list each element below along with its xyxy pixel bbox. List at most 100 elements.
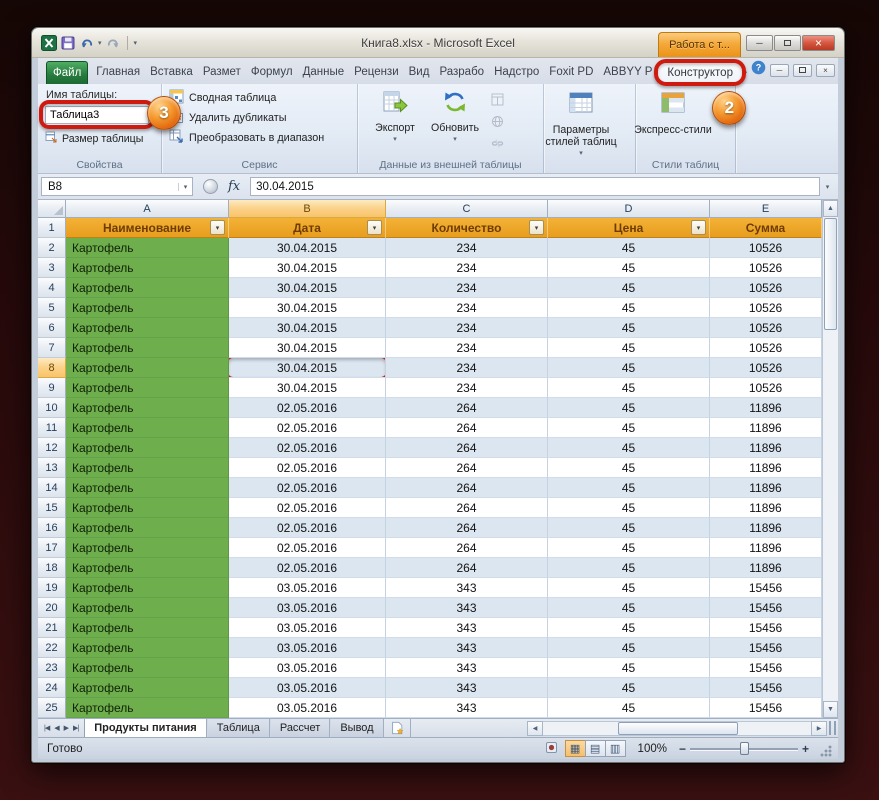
cell-B11[interactable]: 02.05.2016 [229, 418, 386, 438]
cell-C10[interactable]: 264 [386, 398, 548, 418]
cell-E22[interactable]: 15456 [710, 638, 822, 658]
cell-D14[interactable]: 45 [548, 478, 710, 498]
cell-A2[interactable]: Картофель [66, 238, 229, 258]
name-box-dropdown-icon[interactable]: ▾ [178, 183, 192, 191]
open-in-browser-icon[interactable] [491, 115, 504, 133]
row-header-22[interactable]: 22 [38, 638, 66, 658]
filter-dropdown-icon[interactable]: ▾ [210, 220, 225, 235]
cell-D18[interactable]: 45 [548, 558, 710, 578]
cell-A19[interactable]: Картофель [66, 578, 229, 598]
cell-B15[interactable]: 02.05.2016 [229, 498, 386, 518]
row-header-12[interactable]: 12 [38, 438, 66, 458]
workbook-restore-icon[interactable] [793, 64, 812, 77]
resize-table-button[interactable]: Размер таблицы [45, 131, 154, 147]
cell-C4[interactable]: 234 [386, 278, 548, 298]
sheet-tab-0[interactable]: Продукты питания [84, 719, 207, 737]
column-header-a[interactable]: A [66, 200, 229, 218]
select-all-corner[interactable] [38, 200, 66, 218]
cell-E13[interactable]: 11896 [710, 458, 822, 478]
cell-A3[interactable]: Картофель [66, 258, 229, 278]
cell-E16[interactable]: 11896 [710, 518, 822, 538]
cell-C25[interactable]: 343 [386, 698, 548, 718]
header-cell-sum[interactable]: Сумма [710, 218, 822, 238]
zoom-slider[interactable] [690, 740, 798, 757]
cell-B19[interactable]: 03.05.2016 [229, 578, 386, 598]
cell-D23[interactable]: 45 [548, 658, 710, 678]
cell-A22[interactable]: Картофель [66, 638, 229, 658]
ribbon-tab-0[interactable]: Главная [91, 61, 145, 84]
save-icon[interactable] [60, 35, 76, 51]
column-header-d[interactable]: D [548, 200, 710, 218]
insert-sheet-button[interactable] [384, 719, 411, 737]
close-button[interactable]: × [802, 35, 835, 51]
cell-D6[interactable]: 45 [548, 318, 710, 338]
cell-D19[interactable]: 45 [548, 578, 710, 598]
cell-B16[interactable]: 02.05.2016 [229, 518, 386, 538]
filter-dropdown-icon[interactable]: ▾ [691, 220, 706, 235]
cell-E15[interactable]: 11896 [710, 498, 822, 518]
collapse-ribbon-icon[interactable]: ▴ [743, 66, 747, 75]
quick-styles-button[interactable]: Экспресс-стили [643, 88, 703, 136]
cell-B10[interactable]: 02.05.2016 [229, 398, 386, 418]
undo-dropdown-icon[interactable]: ▾ [98, 39, 102, 47]
ribbon-tab-4[interactable]: Данные [298, 61, 350, 84]
cell-E12[interactable]: 11896 [710, 438, 822, 458]
cell-E20[interactable]: 15456 [710, 598, 822, 618]
help-icon[interactable]: ? [751, 60, 766, 80]
ribbon-tab-2[interactable]: Размет [198, 61, 246, 84]
cell-A10[interactable]: Картофель [66, 398, 229, 418]
cell-B12[interactable]: 02.05.2016 [229, 438, 386, 458]
cell-A14[interactable]: Картофель [66, 478, 229, 498]
unlink-icon[interactable] [491, 137, 504, 155]
scroll-left-icon[interactable]: ◀ [527, 721, 543, 736]
header-cell-date[interactable]: Дата ▾ [229, 218, 386, 238]
row-header-13[interactable]: 13 [38, 458, 66, 478]
column-header-b[interactable]: B [229, 200, 386, 218]
cell-A18[interactable]: Картофель [66, 558, 229, 578]
column-header-e[interactable]: E [710, 200, 822, 218]
refresh-button[interactable]: Обновить ▾ [425, 88, 485, 155]
cell-C2[interactable]: 234 [386, 238, 548, 258]
cell-E4[interactable]: 10526 [710, 278, 822, 298]
cell-D11[interactable]: 45 [548, 418, 710, 438]
cell-D25[interactable]: 45 [548, 698, 710, 718]
cell-A16[interactable]: Картофель [66, 518, 229, 538]
tab-konstruktor[interactable]: Конструктор 2 [657, 61, 743, 84]
horizontal-scroll-thumb[interactable] [618, 722, 738, 735]
cell-D7[interactable]: 45 [548, 338, 710, 358]
restore-button[interactable] [774, 35, 801, 51]
cell-E11[interactable]: 11896 [710, 418, 822, 438]
cell-A20[interactable]: Картофель [66, 598, 229, 618]
data-range-properties-icon[interactable] [491, 93, 504, 111]
row-header-23[interactable]: 23 [38, 658, 66, 678]
tab-file[interactable]: Файл [46, 61, 88, 84]
row-header-25[interactable]: 25 [38, 698, 66, 718]
cell-A25[interactable]: Картофель [66, 698, 229, 718]
ribbon-tab-6[interactable]: Вид [404, 61, 435, 84]
macro-record-icon[interactable] [545, 741, 558, 757]
cell-E14[interactable]: 11896 [710, 478, 822, 498]
cell-C21[interactable]: 343 [386, 618, 548, 638]
pivot-table-button[interactable]: Сводная таблица [169, 88, 350, 108]
cell-E8[interactable]: 10526 [710, 358, 822, 378]
cell-E18[interactable]: 11896 [710, 558, 822, 578]
cell-A17[interactable]: Картофель [66, 538, 229, 558]
qat-customize-icon[interactable]: ▾ [134, 39, 138, 47]
cell-B18[interactable]: 02.05.2016 [229, 558, 386, 578]
row-header-8[interactable]: 8 [38, 358, 66, 378]
first-sheet-icon[interactable]: |◀ [42, 724, 51, 732]
contextual-tab-group-label[interactable]: Работа с т... [658, 32, 741, 57]
cell-E2[interactable]: 10526 [710, 238, 822, 258]
cell-C6[interactable]: 234 [386, 318, 548, 338]
cell-E3[interactable]: 10526 [710, 258, 822, 278]
row-header-18[interactable]: 18 [38, 558, 66, 578]
name-box[interactable]: B8 ▾ [41, 177, 193, 196]
cell-A6[interactable]: Картофель [66, 318, 229, 338]
row-header-6[interactable]: 6 [38, 318, 66, 338]
cell-D20[interactable]: 45 [548, 598, 710, 618]
table-name-input[interactable] [45, 106, 149, 124]
cell-E9[interactable]: 10526 [710, 378, 822, 398]
cell-E17[interactable]: 11896 [710, 538, 822, 558]
cell-D13[interactable]: 45 [548, 458, 710, 478]
sheet-tab-2[interactable]: Рассчет [270, 719, 331, 737]
